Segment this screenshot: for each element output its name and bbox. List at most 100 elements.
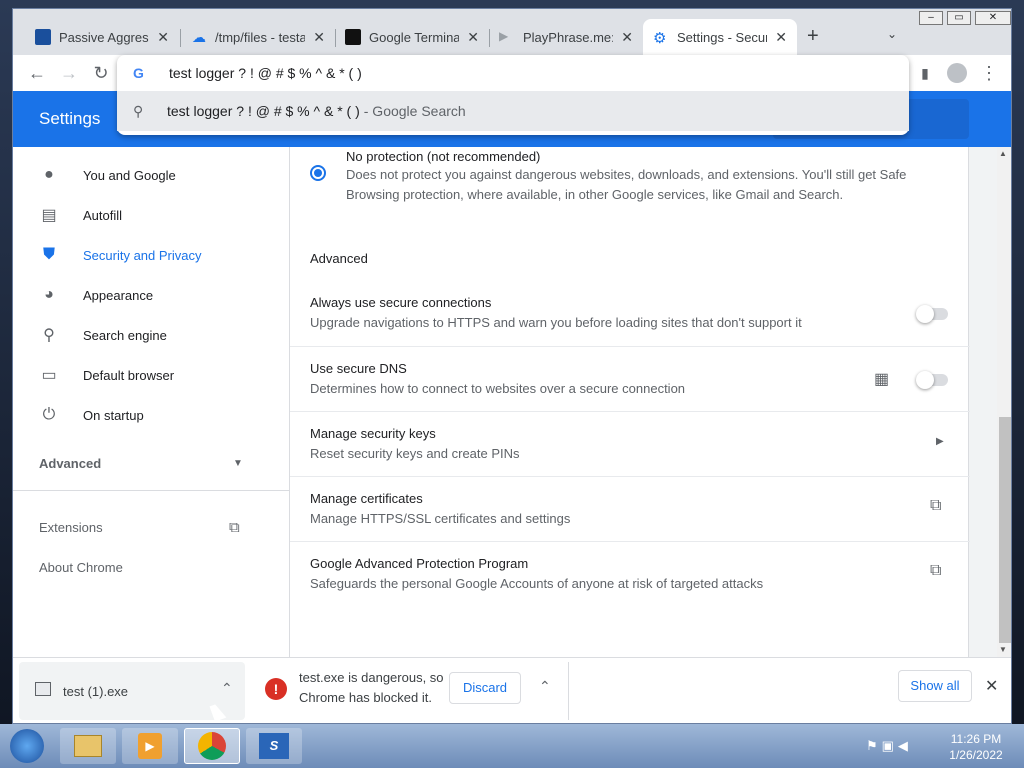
- address-bar[interactable]: G test logger ? ! @ # $ % ^ & * ( ): [117, 55, 909, 91]
- sidebar-item-search-engine[interactable]: ⚲ Search engine: [13, 315, 289, 355]
- close-icon[interactable]: ✕: [157, 29, 169, 46]
- taskbar-app[interactable]: S: [246, 728, 302, 764]
- tab-title: /tmp/files - testa: [215, 29, 306, 45]
- open-in-new-icon: ⧉: [229, 518, 240, 536]
- open-in-new-icon: ⧉: [930, 497, 942, 514]
- start-button[interactable]: [2, 728, 52, 764]
- setting-row-security-keys[interactable]: Manage security keys Reset security keys…: [290, 411, 970, 476]
- window-close-icon[interactable]: ✕: [975, 11, 1011, 25]
- sidebar-item-autofill[interactable]: ▤ Autofill: [13, 195, 289, 235]
- omnibox-dropdown: G test logger ? ! @ # $ % ^ & * ( ) ⚲ te…: [117, 55, 909, 135]
- chevron-up-icon[interactable]: ⌃: [221, 680, 233, 697]
- taskbar-explorer[interactable]: [60, 728, 116, 764]
- setting-row-advanced-protection[interactable]: Google Advanced Protection Program Safeg…: [290, 541, 970, 606]
- toggle-switch[interactable]: [916, 371, 948, 389]
- discard-button[interactable]: Discard: [449, 672, 521, 704]
- close-icon[interactable]: ✕: [313, 29, 325, 46]
- sidebar-item-appearance[interactable]: ◕ Appearance: [13, 275, 289, 315]
- tab-title: PlayPhrase.me: S: [523, 29, 614, 45]
- palette-icon: ◕: [44, 286, 54, 303]
- caret-down-icon: ▼: [233, 457, 243, 469]
- setting-title: Always use secure connections: [310, 295, 492, 310]
- setting-title: Manage security keys: [310, 426, 436, 441]
- sidebar-item-label: Default browser: [83, 367, 175, 383]
- back-arrow-icon[interactable]: ←: [21, 55, 53, 91]
- terminal-icon: [345, 29, 361, 45]
- scroll-down-icon[interactable]: ▼: [999, 645, 1007, 654]
- profile-avatar[interactable]: [941, 55, 973, 91]
- scrollbar-thumb[interactable]: [999, 417, 1011, 643]
- setting-description: Reset security keys and create PINs: [310, 446, 520, 461]
- toggle-knob: [916, 371, 934, 389]
- play-icon: ▶: [499, 29, 509, 43]
- setting-row-secure-connections[interactable]: Always use secure connections Upgrade na…: [290, 281, 970, 346]
- sidebar-item-label: Autofill: [83, 207, 123, 223]
- setting-row-certificates[interactable]: Manage certificates Manage HTTPS/SSL cer…: [290, 476, 970, 541]
- maximize-icon[interactable]: ▭: [947, 11, 971, 25]
- gear-icon: ⚙: [653, 30, 667, 47]
- setting-description: Upgrade navigations to HTTPS and warn yo…: [310, 315, 802, 330]
- close-shelf-icon[interactable]: ✕: [985, 676, 998, 696]
- sidebar-item-label: You and Google: [83, 167, 176, 183]
- search-icon: ⚲: [133, 102, 144, 119]
- sidebar-divider: [13, 490, 289, 491]
- suggestion-text: test logger ? ! @ # $ % ^ & * ( ): [167, 103, 360, 119]
- square-icon: [35, 29, 51, 45]
- close-icon[interactable]: ✕: [467, 29, 479, 46]
- no-protection-title: No protection (not recommended): [346, 149, 541, 164]
- tab-search-chevron-icon[interactable]: ⌄: [887, 27, 897, 41]
- close-icon[interactable]: ✕: [621, 29, 633, 46]
- kebab-menu-icon[interactable]: ⋮: [973, 55, 1005, 91]
- setting-description: Safeguards the personal Google Accounts …: [310, 576, 764, 591]
- sidebar-item-label: Search engine: [83, 327, 167, 343]
- omnibox-suggestion[interactable]: ⚲ test logger ? ! @ # $ % ^ & * ( ) - Go…: [117, 91, 909, 131]
- scroll-up-icon[interactable]: ▲: [999, 149, 1007, 158]
- setting-row-secure-dns[interactable]: Use secure DNS Determines how to connect…: [290, 346, 970, 411]
- taskbar-chrome[interactable]: [184, 728, 240, 764]
- danger-warning-line-2: Chrome has blocked it.: [299, 690, 432, 705]
- toggle-switch[interactable]: [916, 305, 948, 323]
- sidebar-item-about-chrome[interactable]: About Chrome: [13, 547, 289, 587]
- side-panel-icon[interactable]: ▮: [909, 55, 941, 91]
- tab-playphrase[interactable]: ▶ PlayPhrase.me: S ✕: [489, 19, 643, 55]
- folder-icon: [74, 735, 102, 757]
- search-icon: ⚲: [43, 327, 55, 344]
- system-tray-icons[interactable]: ⚑▣◀: [866, 738, 912, 754]
- tab-tmp-files[interactable]: ☁ /tmp/files - testa ✕: [181, 19, 335, 55]
- sidebar-advanced-toggle[interactable]: Advanced ▼: [13, 443, 289, 483]
- windows-orb-icon: [10, 729, 44, 763]
- no-protection-description-1: Does not protect you against dangerous w…: [346, 167, 907, 182]
- sidebar-item-extensions[interactable]: Extensions ⧉: [13, 507, 289, 547]
- danger-warning-line-1: test.exe is dangerous, so: [299, 670, 444, 685]
- tab-settings[interactable]: ⚙ Settings - Securit ✕: [643, 19, 797, 55]
- sidebar-item-you-and-google[interactable]: ● You and Google: [13, 155, 289, 195]
- tab-passive-aggressive[interactable]: Passive Aggressiv ✕: [25, 19, 179, 55]
- radio-no-protection[interactable]: [310, 165, 326, 181]
- setting-title: Manage certificates: [310, 491, 423, 506]
- forward-arrow-icon[interactable]: →: [53, 55, 85, 91]
- close-icon[interactable]: ✕: [775, 29, 787, 46]
- chevron-up-icon[interactable]: ⌃: [539, 678, 551, 695]
- exe-file-icon: [35, 682, 51, 696]
- windows-taskbar: ▶ S ⚑▣◀ 11:26 PM 1/26/2022: [0, 724, 1024, 768]
- show-all-button[interactable]: Show all: [898, 670, 972, 702]
- address-bar-input[interactable]: test logger ? ! @ # $ % ^ & * ( ): [169, 65, 362, 81]
- sidebar-item-security[interactable]: ⛊ Security and Privacy: [13, 235, 289, 275]
- clock-time: 11:26 PM: [950, 732, 1002, 746]
- new-tab-button[interactable]: +: [807, 25, 819, 48]
- sidebar-item-on-startup[interactable]: ⏻ On startup: [13, 395, 289, 435]
- radio-dot: [314, 169, 322, 177]
- avatar-icon: [947, 63, 967, 83]
- taskbar-media-player[interactable]: ▶: [122, 728, 178, 764]
- reload-icon[interactable]: ↻: [85, 55, 117, 91]
- minimize-icon[interactable]: –: [919, 11, 943, 25]
- no-protection-description-2: Browsing protection, where available, in…: [346, 187, 844, 202]
- sidebar-item-label: On startup: [83, 407, 144, 423]
- tab-title: Passive Aggressiv: [59, 29, 149, 45]
- sidebar: ● You and Google ▤ Autofill ⛊ Security a…: [13, 147, 289, 657]
- google-g-icon: G: [133, 65, 144, 81]
- enterprise-building-icon: ▦: [874, 371, 890, 388]
- tab-google-terminal[interactable]: Google Terminal ✕: [335, 19, 489, 55]
- setting-title: Google Advanced Protection Program: [310, 556, 529, 571]
- sidebar-item-default-browser[interactable]: ▭ Default browser: [13, 355, 289, 395]
